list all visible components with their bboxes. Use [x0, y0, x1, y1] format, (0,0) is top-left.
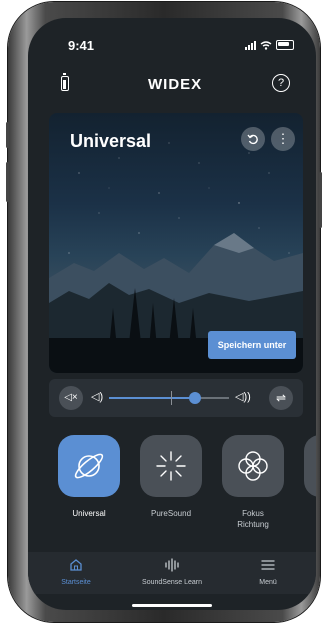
- waveform-icon: [165, 558, 179, 572]
- help-icon[interactable]: ?: [272, 74, 290, 92]
- bottom-nav: Startseite SoundSense Learn Menü: [28, 552, 316, 594]
- program-tile-partial[interactable]: [304, 435, 316, 497]
- wifi-icon: [260, 41, 272, 50]
- hearing-aid-battery-icon[interactable]: [61, 73, 69, 91]
- program-tile-universal[interactable]: [58, 435, 120, 497]
- widex-logo: WIDEX: [148, 76, 203, 93]
- volume-bar: ◁× ◁) ◁)) ⇌: [49, 379, 303, 417]
- program-tile-focus[interactable]: [222, 435, 284, 497]
- signal-icon: [245, 41, 256, 50]
- save-as-button[interactable]: Speichern unter: [208, 331, 296, 359]
- nav-label-home: Startseite: [61, 579, 91, 586]
- menu-icon: [261, 560, 275, 570]
- volume-low-icon: ◁): [91, 391, 104, 403]
- undo-button[interactable]: [241, 127, 265, 151]
- volume-slider-knob[interactable]: [189, 392, 202, 404]
- side-button: [319, 172, 322, 228]
- program-card: Universal ⋮ Speichern unter: [49, 113, 303, 373]
- nav-item-home[interactable]: Startseite: [28, 558, 124, 586]
- program-label-focus: Fokus Richtung: [237, 509, 269, 529]
- sparkle-icon: [156, 451, 186, 481]
- battery-status-icon: [276, 40, 294, 50]
- program-carousel: Universal PureSound Fokus Richtung: [28, 435, 316, 545]
- home-icon: [70, 559, 82, 571]
- status-time: 9:41: [68, 38, 95, 53]
- program-label-universal: Universal: [72, 509, 106, 518]
- home-indicator[interactable]: [132, 604, 212, 607]
- status-bar: 9:41: [28, 18, 316, 56]
- program-tile-puresound[interactable]: [140, 435, 202, 497]
- app-header: WIDEX ?: [28, 70, 316, 100]
- volume-slider-default-mark: [171, 391, 172, 405]
- equalizer-button[interactable]: ⇌: [269, 386, 293, 410]
- volume-high-icon: ◁)): [235, 391, 251, 403]
- nav-item-menu[interactable]: Menü: [220, 558, 316, 586]
- status-icons: [245, 40, 294, 50]
- side-button: [6, 162, 9, 202]
- mute-button[interactable]: ◁×: [59, 386, 83, 410]
- nav-label-menu: Menü: [259, 579, 277, 586]
- more-options-button[interactable]: ⋮: [271, 127, 295, 151]
- undo-icon: [247, 134, 258, 145]
- program-label-puresound: PureSound: [150, 509, 192, 518]
- nav-item-soundsense[interactable]: SoundSense Learn: [124, 558, 220, 586]
- planet-icon: [74, 453, 104, 479]
- phone-frame: 9:41 WIDEX ? Universal ⋮ Speichern unter…: [6, 2, 322, 622]
- clover-icon: [238, 451, 268, 481]
- nav-label-soundsense: SoundSense Learn: [142, 579, 202, 586]
- volume-slider-fill: [109, 397, 196, 399]
- volume-slider[interactable]: [109, 391, 229, 405]
- side-button: [6, 122, 9, 148]
- program-title: Universal: [70, 131, 152, 151]
- app-screen: 9:41 WIDEX ? Universal ⋮ Speichern unter…: [28, 18, 316, 610]
